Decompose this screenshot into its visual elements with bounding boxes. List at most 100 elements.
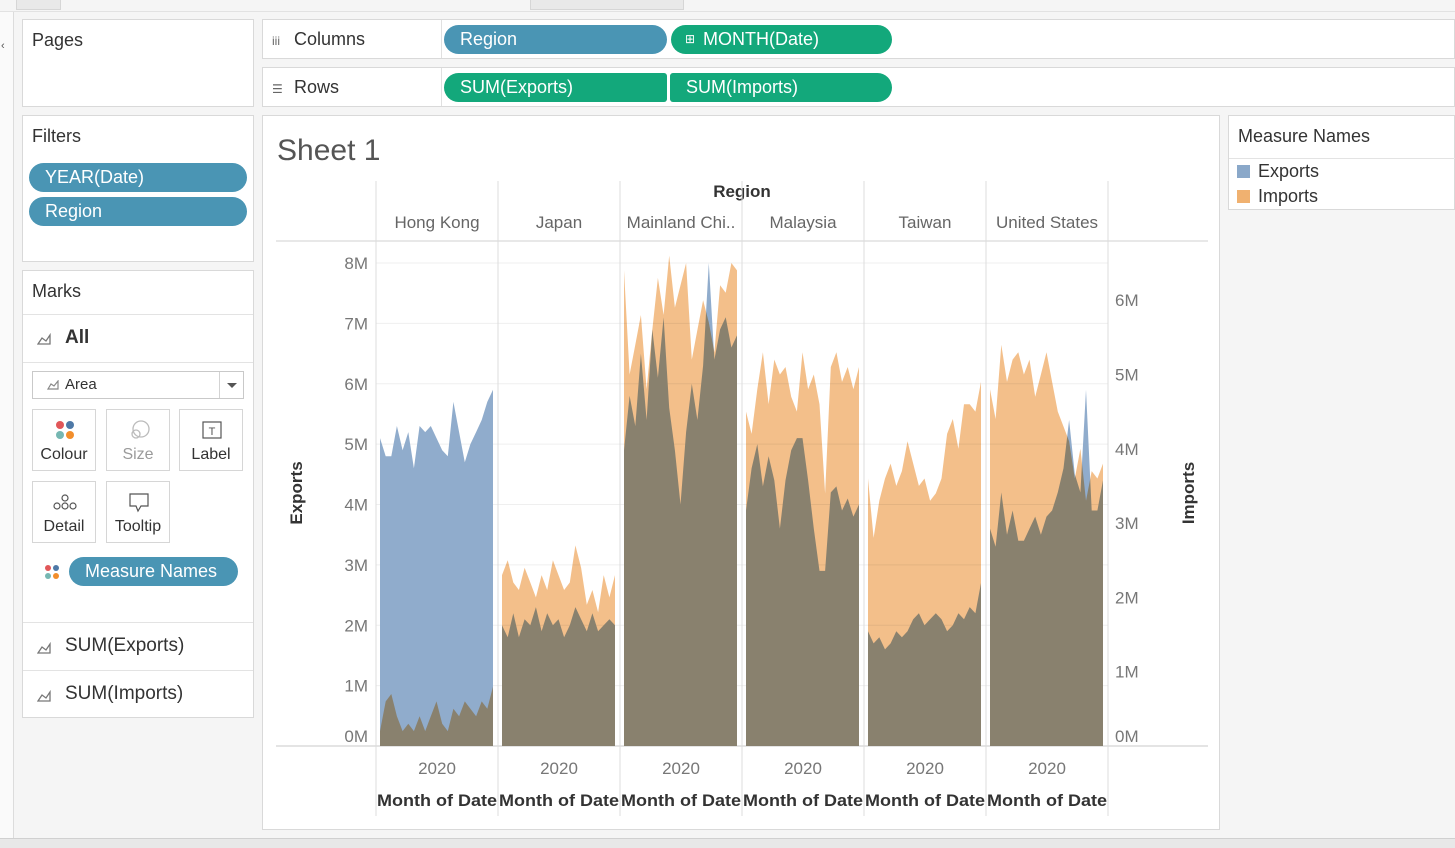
legend-item-imports[interactable]: Imports — [1237, 186, 1318, 207]
legend-item-exports[interactable]: Exports — [1237, 161, 1319, 182]
legend-title: Measure Names — [1238, 126, 1371, 146]
legend-swatch-imports — [1237, 190, 1250, 203]
colour-label: Colour — [40, 446, 88, 463]
right-axis-title: Imports — [1179, 462, 1198, 524]
area-imports-1 — [502, 545, 615, 746]
filters-title: Filters — [32, 126, 81, 146]
x-axis-title: Month of Date — [865, 791, 985, 810]
left-axis-tick: 0M — [344, 727, 368, 746]
region-header: Hong Kong — [394, 213, 479, 232]
x-axis-title: Month of Date — [987, 791, 1107, 810]
measure-label-exports: SUM(Exports) — [65, 635, 185, 656]
right-axis-tick: 0M — [1115, 727, 1139, 746]
marks-sum-exports-row[interactable]: SUM(Exports) — [23, 622, 253, 670]
divider — [441, 20, 442, 58]
colour-button[interactable]: Colour — [32, 409, 96, 471]
size-circles-icon — [107, 420, 169, 442]
marks-all-label: All — [65, 327, 90, 348]
tooltip-button[interactable]: Tooltip — [106, 481, 170, 543]
status-bar — [0, 838, 1455, 848]
tooltip-bubble-icon — [107, 492, 169, 514]
toolbar-tab[interactable] — [16, 0, 61, 10]
region-header: Japan — [536, 213, 582, 232]
area-imports-4 — [868, 381, 981, 746]
region-header: United States — [996, 213, 1098, 232]
columns-shelf-label: iii Columns — [272, 29, 366, 49]
label-button[interactable]: T Label — [179, 409, 243, 471]
area-chart-icon — [37, 333, 51, 345]
divider — [1229, 158, 1455, 159]
area-exports-0 — [380, 389, 493, 746]
pages-card[interactable]: Pages — [22, 19, 254, 107]
colour-dots-icon — [33, 420, 95, 442]
label-label: Label — [191, 446, 231, 463]
legend-swatch-exports — [1237, 165, 1250, 178]
right-axis-tick: 4M — [1115, 440, 1139, 459]
row-pill-sum-imports[interactable]: SUM(Imports) — [670, 73, 892, 102]
right-axis-tick: 1M — [1115, 663, 1139, 682]
pages-title: Pages — [32, 30, 84, 50]
filters-card[interactable]: Filters YEAR(Date) Region — [22, 115, 254, 262]
x-axis-title: Month of Date — [377, 791, 497, 810]
x-axis-tick: 2020 — [784, 759, 822, 778]
mark-type-select[interactable]: Area — [32, 371, 244, 399]
left-axis-tick: 2M — [344, 616, 368, 635]
detail-button[interactable]: Detail — [32, 481, 96, 543]
left-axis-tick: 1M — [344, 677, 368, 696]
right-axis-tick: 2M — [1115, 588, 1139, 607]
x-axis-title: Month of Date — [499, 791, 619, 810]
marks-card: Marks All Area Colour Size T Label Detai… — [22, 270, 254, 718]
area-chart: Region0M1M2M3M4M5M6M7M8M0M1M2M3M4M5M6MEx… — [276, 181, 1208, 816]
left-axis-tick: 5M — [344, 435, 368, 454]
rows-icon: ☰ — [272, 82, 283, 96]
columns-icon: iii — [272, 34, 280, 48]
x-axis-title: Month of Date — [743, 791, 863, 810]
text-label-icon: T — [180, 420, 242, 442]
measure-label-imports: SUM(Imports) — [65, 683, 184, 704]
area-imports-3 — [746, 352, 859, 746]
size-label: Size — [122, 446, 154, 463]
divider — [441, 68, 442, 106]
area-chart-icon — [37, 642, 51, 654]
divider — [23, 362, 253, 363]
collapse-icon[interactable]: ‹ — [1, 40, 5, 52]
region-header: Malaysia — [769, 213, 837, 232]
sheet-view: Sheet 1 Region 0M 1M 2M 3M 4M 5M 6M 7M 8M 0M 1M 2M 3M… — [262, 115, 1220, 830]
left-axis-tick: 3M — [344, 556, 368, 575]
right-axis-tick: 5M — [1115, 365, 1139, 384]
chevron-down-icon[interactable] — [219, 372, 243, 398]
left-axis-tick: 8M — [344, 254, 368, 273]
area-chart-icon — [37, 690, 51, 702]
column-pill-region[interactable]: Region — [444, 25, 667, 54]
marks-all-row[interactable]: All — [23, 314, 253, 362]
colour-encoding-icon — [45, 565, 59, 579]
tooltip-label: Tooltip — [114, 518, 162, 535]
detail-label: Detail — [43, 518, 85, 535]
area-mark-icon — [47, 380, 59, 390]
x-axis-tick: 2020 — [662, 759, 700, 778]
toolbar-field[interactable] — [530, 0, 684, 10]
legend-card: Measure Names Exports Imports — [1228, 115, 1455, 210]
x-axis-tick: 2020 — [906, 759, 944, 778]
right-axis-tick: 6M — [1115, 291, 1139, 310]
x-axis-title: Month of Date — [621, 791, 741, 810]
columns-shelf[interactable]: iii Columns Region ⊞ MONTH(Date) — [262, 19, 1455, 59]
rows-shelf-label: ☰ Rows — [272, 77, 340, 97]
column-pill-month-date[interactable]: ⊞ MONTH(Date) — [671, 25, 892, 54]
filter-pill-region[interactable]: Region — [29, 197, 247, 226]
filter-pill-year-date[interactable]: YEAR(Date) — [29, 163, 247, 192]
marks-sum-imports-row[interactable]: SUM(Imports) — [23, 670, 253, 718]
expand-plus-icon[interactable]: ⊞ — [685, 25, 695, 54]
left-axis-title: Exports — [287, 461, 306, 524]
size-button[interactable]: Size — [106, 409, 170, 471]
left-axis-tick: 7M — [344, 314, 368, 333]
rows-shelf[interactable]: ☰ Rows SUM(Exports) SUM(Imports) — [262, 67, 1455, 107]
right-axis-tick: 3M — [1115, 514, 1139, 533]
row-pill-sum-exports[interactable]: SUM(Exports) — [444, 73, 667, 102]
mark-type-value: Area — [65, 376, 97, 393]
left-axis-tick: 4M — [344, 496, 368, 515]
measure-names-pill[interactable]: Measure Names — [69, 557, 238, 586]
marks-title: Marks — [32, 281, 81, 301]
x-axis-tick: 2020 — [418, 759, 456, 778]
top-toolbar-strip — [0, 0, 1455, 12]
